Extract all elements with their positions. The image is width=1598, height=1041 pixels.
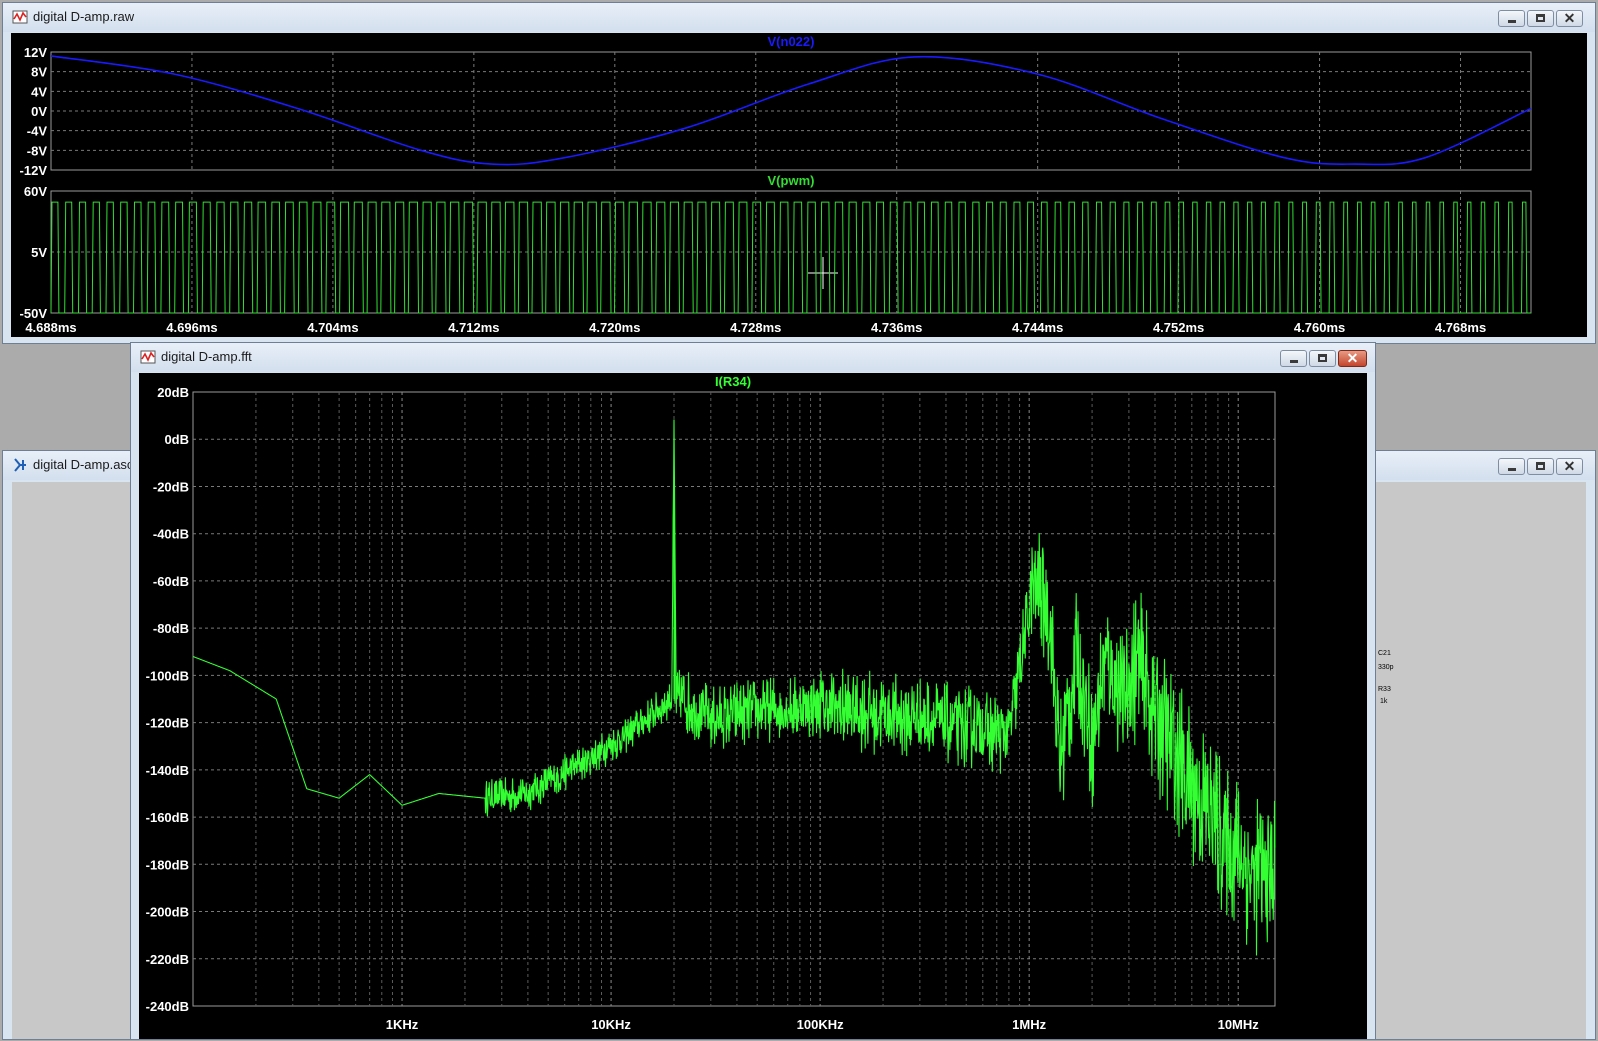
- pane2-y-tick-label: 60V: [24, 184, 47, 199]
- pane2-y-tick-label: 5V: [31, 245, 47, 260]
- fft-y-tick-label: 0dB: [164, 432, 189, 447]
- pane1-y-tick-label: -8V: [27, 143, 48, 158]
- v-n022-trace: [50, 55, 1532, 166]
- fft-plot-area[interactable]: I(R34) 20dB 0dB -20dB -40dB -60dB -80dB -100dB…: [139, 373, 1367, 1039]
- asc-window-title: digital D-amp.asc: [33, 457, 134, 472]
- pane2-trace-label[interactable]: V(pwm): [768, 173, 815, 188]
- maximize-button[interactable]: [1527, 10, 1554, 27]
- fft-y-tick-label: -240dB: [146, 999, 189, 1014]
- fft-window-title: digital D-amp.fft: [161, 349, 252, 364]
- fft-y-tick-label: -100dB: [146, 668, 189, 683]
- waveform-icon: [12, 10, 28, 24]
- schematic-label-c21: C21: [1378, 650, 1391, 657]
- pane1-y-tick-label: 12V: [24, 45, 47, 60]
- fft-plot[interactable]: I(R34) 20dB 0dB -20dB -40dB -60dB -80dB -100dB…: [139, 373, 1367, 1041]
- fft-y-tick-label: -80dB: [153, 621, 189, 636]
- minimize-button[interactable]: [1498, 458, 1525, 475]
- fft-y-tick-label: -160dB: [146, 810, 189, 825]
- fft-x-tick-label: 100KHz: [797, 1017, 844, 1032]
- raw-titlebar[interactable]: digital D-amp.raw ✕: [3, 3, 1595, 32]
- raw-plot[interactable]: V(n022) V(pwm) 12V 8V 4V 0V -4V -8V -12V 60V 5V -…: [11, 33, 1587, 337]
- close-icon: ✕: [1346, 350, 1359, 366]
- fft-window[interactable]: digital D-amp.fft ✕ I(R34) 20dB 0dB -20dB -…: [130, 342, 1376, 1040]
- x-tick-label: 4.720ms: [589, 320, 640, 335]
- x-tick-label: 4.752ms: [1153, 320, 1204, 335]
- raw-window-controls: ✕: [1498, 10, 1583, 27]
- maximize-button[interactable]: [1309, 350, 1336, 367]
- x-tick-label: 4.712ms: [448, 320, 499, 335]
- maximize-icon: [1536, 14, 1545, 22]
- pane1-y-tick-label: 0V: [31, 104, 47, 119]
- pane1-y-tick-label: -12V: [20, 163, 48, 178]
- close-icon: ✕: [1563, 10, 1576, 26]
- fft-y-tick-label: 20dB: [157, 385, 189, 400]
- fft-x-tick-label: 10MHz: [1218, 1017, 1260, 1032]
- raw-plot-area[interactable]: V(n022) V(pwm) 12V 8V 4V 0V -4V -8V -12V 60V 5V -…: [11, 33, 1587, 337]
- schematic-label-330p: 330p: [1378, 664, 1394, 671]
- v-pwm-trace: [50, 201, 1531, 314]
- close-icon: ✕: [1563, 458, 1576, 474]
- fft-y-tick-label: -120dB: [146, 716, 189, 731]
- maximize-button[interactable]: [1527, 458, 1554, 475]
- close-button[interactable]: ✕: [1338, 350, 1367, 367]
- fft-y-tick-label: -140dB: [146, 763, 189, 778]
- raw-window-title: digital D-amp.raw: [33, 9, 135, 24]
- minimize-button[interactable]: [1498, 10, 1525, 27]
- pane1-y-tick-label: 4V: [31, 84, 47, 99]
- x-tick-label: 4.728ms: [730, 320, 781, 335]
- fft-y-tick-label: -20dB: [153, 479, 189, 494]
- minimize-icon: [1508, 468, 1516, 471]
- fft-titlebar[interactable]: digital D-amp.fft ✕: [131, 343, 1375, 372]
- minimize-icon: [1508, 20, 1516, 23]
- asc-window-controls: ✕: [1498, 458, 1583, 475]
- pane1-y-tick-label: 8V: [31, 65, 47, 80]
- cursor-crosshair: [808, 257, 838, 289]
- x-tick-label: 4.688ms: [25, 320, 76, 335]
- fft-x-tick-label: 1MHz: [1012, 1017, 1046, 1032]
- schematic-label-1k: 1k: [1380, 698, 1388, 705]
- x-tick-label: 4.760ms: [1294, 320, 1345, 335]
- x-tick-label: 4.768ms: [1435, 320, 1486, 335]
- fft-x-tick-label: 10KHz: [591, 1017, 631, 1032]
- waveform-icon: [140, 350, 156, 364]
- maximize-icon: [1318, 354, 1327, 362]
- x-tick-label: 4.704ms: [307, 320, 358, 335]
- maximize-icon: [1536, 462, 1545, 470]
- close-button[interactable]: ✕: [1556, 10, 1583, 27]
- fft-y-tick-label: -200dB: [146, 905, 189, 920]
- minimize-button[interactable]: [1280, 350, 1307, 367]
- x-tick-label: 4.696ms: [166, 320, 217, 335]
- fft-window-controls: ✕: [1280, 350, 1367, 367]
- raw-window[interactable]: digital D-amp.raw ✕ V(n022) V(pwm) 12V 8V…: [2, 2, 1596, 344]
- pane1-y-tick-label: -4V: [27, 124, 48, 139]
- x-tick-label: 4.744ms: [1012, 320, 1063, 335]
- fft-trace-label[interactable]: I(R34): [715, 374, 751, 389]
- fft-x-tick-label: 1KHz: [386, 1017, 419, 1032]
- fft-y-tick-label: -220dB: [146, 952, 189, 967]
- fft-y-tick-label: -60dB: [153, 574, 189, 589]
- x-tick-label: 4.736ms: [871, 320, 922, 335]
- schematic-label-r33: R33: [1378, 686, 1391, 693]
- close-button[interactable]: ✕: [1556, 458, 1583, 475]
- pane1-trace-label[interactable]: V(n022): [768, 34, 815, 49]
- fft-y-tick-label: -40dB: [153, 527, 189, 542]
- minimize-icon: [1290, 360, 1298, 363]
- pane2-y-tick-label: -50V: [20, 306, 48, 321]
- schematic-icon: [14, 458, 26, 472]
- fft-y-tick-label: -180dB: [146, 857, 189, 872]
